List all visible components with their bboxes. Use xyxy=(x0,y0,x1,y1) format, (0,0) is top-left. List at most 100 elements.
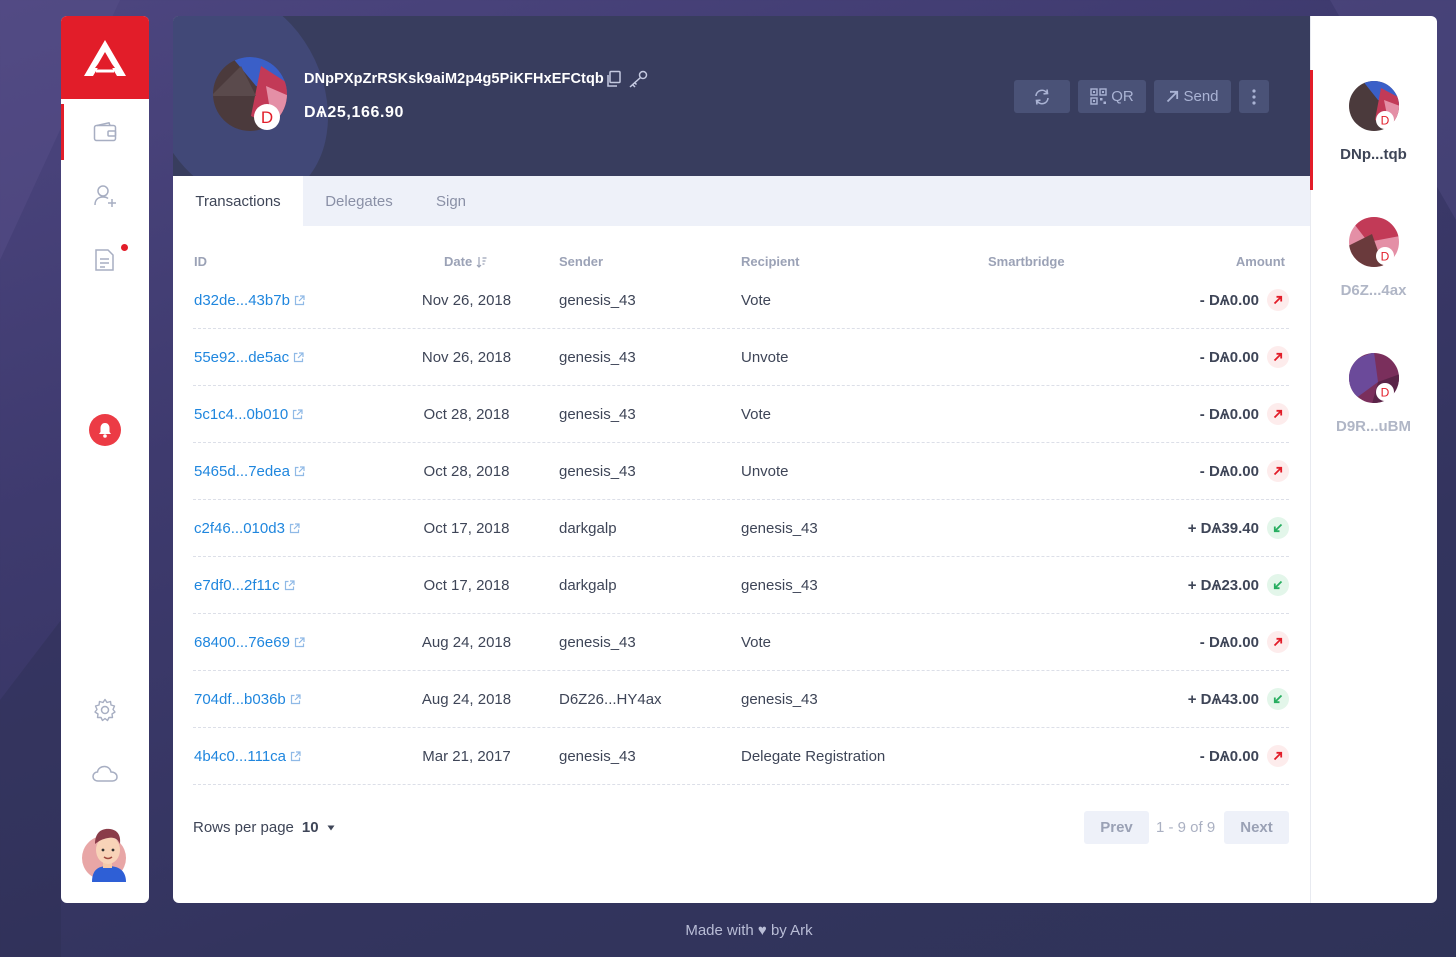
external-link-icon xyxy=(293,351,304,362)
transaction-id-link[interactable]: 704df...b036b xyxy=(194,671,301,727)
transaction-id-link[interactable]: d32de...43b7b xyxy=(194,272,305,328)
send-arrow-icon xyxy=(1167,90,1179,103)
column-header-amount[interactable]: Amount xyxy=(1236,254,1285,269)
transaction-sender: D6Z26...HY4ax xyxy=(559,690,662,708)
add-contact-icon xyxy=(94,185,116,207)
transaction-id: 4b4c0...111ca xyxy=(194,747,287,765)
transaction-recipient: genesis_43 xyxy=(741,519,818,537)
direction-badge xyxy=(1267,688,1289,710)
transaction-amount: + DѦ23.00 xyxy=(1187,576,1259,594)
sidebar-item-announcements[interactable] xyxy=(61,232,149,288)
transaction-date: Oct 17, 2018 xyxy=(423,519,510,537)
column-header-sender[interactable]: Sender xyxy=(559,254,603,269)
next-page-button[interactable]: Next xyxy=(1224,811,1289,844)
user-avatar-icon xyxy=(82,828,126,882)
wallet-identicon: D xyxy=(1349,81,1399,131)
column-header-id[interactable]: ID xyxy=(194,254,207,269)
transaction-amount: - DѦ0.00 xyxy=(1199,633,1259,651)
transaction-id-link[interactable]: 5465d...7edea xyxy=(194,443,305,499)
table-row[interactable]: 5c1c4...0b010 Oct 28, 2018 genesis_43 Vote -… xyxy=(193,386,1289,443)
transaction-id-link[interactable]: 5c1c4...0b010 xyxy=(194,386,303,442)
wallet-item-0[interactable]: D DNp...tqb xyxy=(1310,70,1437,190)
footer-credit: Made with ♥ by Ark xyxy=(685,922,813,939)
outgoing-arrow-icon xyxy=(1273,295,1283,305)
transaction-id-link[interactable]: e7df0...2f11c xyxy=(194,557,295,613)
table-row[interactable]: 704df...b036b Aug 24, 2018 D6Z26...HY4ax ge… xyxy=(193,671,1289,728)
sidebar-item-network[interactable] xyxy=(61,746,149,802)
avatar-letter: D xyxy=(261,108,273,127)
tab-delegates[interactable]: Delegates xyxy=(303,176,415,226)
transaction-id-link[interactable]: c2f46...010d3 xyxy=(194,500,300,556)
ark-logo[interactable] xyxy=(61,16,149,99)
transaction-id-link[interactable]: 4b4c0...111ca xyxy=(194,728,301,784)
outgoing-arrow-icon xyxy=(1273,637,1283,647)
sidebar-item-settings[interactable] xyxy=(61,682,149,738)
direction-badge xyxy=(1267,289,1289,311)
show-public-key-button[interactable] xyxy=(628,70,648,93)
gear-icon xyxy=(94,698,116,722)
notification-button[interactable] xyxy=(89,414,121,446)
transaction-recipient: Vote xyxy=(741,291,772,309)
table-row[interactable]: e7df0...2f11c Oct 17, 2018 darkgalp genesis… xyxy=(193,557,1289,614)
column-header-date[interactable]: Date xyxy=(444,254,487,269)
transaction-date: Nov 26, 2018 xyxy=(421,291,512,309)
qr-button[interactable]: QR xyxy=(1078,80,1146,113)
transaction-amount-cell: - DѦ0.00 xyxy=(1200,386,1289,442)
tab-transactions[interactable]: Transactions xyxy=(173,176,303,226)
wallet-letter: D xyxy=(1381,386,1390,400)
wallet-item-1[interactable]: D D6Z...4ax xyxy=(1310,206,1437,326)
column-header-recipient[interactable]: Recipient xyxy=(741,254,800,269)
external-link-icon xyxy=(294,465,305,476)
key-icon xyxy=(629,70,648,88)
transaction-id: 55e92...de5ac xyxy=(194,348,290,366)
wallet-name: D9R...uBM xyxy=(1336,418,1411,435)
wallet-avatar: D xyxy=(211,56,289,134)
tab-sign[interactable]: Sign xyxy=(415,176,487,226)
transaction-id-link[interactable]: 68400...76e69 xyxy=(194,614,305,670)
rows-per-page-value: 10 xyxy=(301,819,319,836)
transaction-sender: genesis_43 xyxy=(559,747,636,765)
transaction-id: d32de...43b7b xyxy=(194,291,290,309)
transaction-recipient: genesis_43 xyxy=(741,690,818,708)
wallet-identicon: D xyxy=(1349,217,1399,267)
transaction-amount-cell: - DѦ0.00 xyxy=(1200,272,1289,328)
transaction-recipient: Vote xyxy=(741,405,772,423)
table-row[interactable]: c2f46...010d3 Oct 17, 2018 darkgalp genesis… xyxy=(193,500,1289,557)
caret-down-icon xyxy=(327,825,335,830)
transaction-sender: genesis_43 xyxy=(559,405,636,423)
table-row[interactable]: 4b4c0...111ca Mar 21, 2017 genesis_43 Deleg… xyxy=(193,728,1289,785)
wallet-item-2[interactable]: D D9R...uBM xyxy=(1310,342,1437,462)
table-row[interactable]: d32de...43b7b Nov 26, 2018 genesis_43 Vote -… xyxy=(193,272,1289,329)
transaction-amount-cell: + DѦ23.00 xyxy=(1188,557,1289,613)
sort-descending-icon xyxy=(476,256,487,268)
refresh-button[interactable] xyxy=(1014,80,1070,113)
kebab-menu-icon xyxy=(1252,88,1256,105)
transaction-amount-cell: + DѦ39.40 xyxy=(1188,500,1289,556)
rows-per-page-select[interactable]: Rows per page 10 xyxy=(193,819,335,836)
external-link-icon xyxy=(294,294,305,305)
table-row[interactable]: 68400...76e69 Aug 24, 2018 genesis_43 Vote -… xyxy=(193,614,1289,671)
wallet-header: D DNpPXpZrRSKsk9aiM2p4g5PiKFHxEFCtqb DѦ2… xyxy=(173,16,1310,176)
left-sidebar xyxy=(61,16,149,903)
send-button[interactable]: Send xyxy=(1154,80,1231,113)
prev-page-button[interactable]: Prev xyxy=(1084,811,1149,844)
profile-avatar[interactable] xyxy=(80,812,132,888)
wallet-identicon: D xyxy=(213,57,287,131)
table-row[interactable]: 55e92...de5ac Nov 26, 2018 genesis_43 Unvot… xyxy=(193,329,1289,386)
transaction-id-link[interactable]: 55e92...de5ac xyxy=(194,329,304,385)
transaction-id: 5465d...7edea xyxy=(194,462,290,480)
sidebar-item-wallets[interactable] xyxy=(61,104,149,160)
more-options-button[interactable] xyxy=(1239,80,1269,113)
bell-icon xyxy=(99,423,111,438)
transaction-recipient: Unvote xyxy=(741,348,789,366)
copy-address-button[interactable] xyxy=(605,70,623,93)
transaction-amount: - DѦ0.00 xyxy=(1199,405,1259,423)
table-row[interactable]: 5465d...7edea Oct 28, 2018 genesis_43 Unvot… xyxy=(193,443,1289,500)
sidebar-item-contacts[interactable] xyxy=(61,168,149,224)
transaction-sender: darkgalp xyxy=(559,576,617,594)
transaction-id: c2f46...010d3 xyxy=(194,519,285,537)
column-header-smartbridge[interactable]: Smartbridge xyxy=(988,254,1065,269)
external-link-icon xyxy=(290,750,301,761)
transaction-date: Nov 26, 2018 xyxy=(421,348,512,366)
transaction-amount: + DѦ39.40 xyxy=(1187,519,1259,537)
